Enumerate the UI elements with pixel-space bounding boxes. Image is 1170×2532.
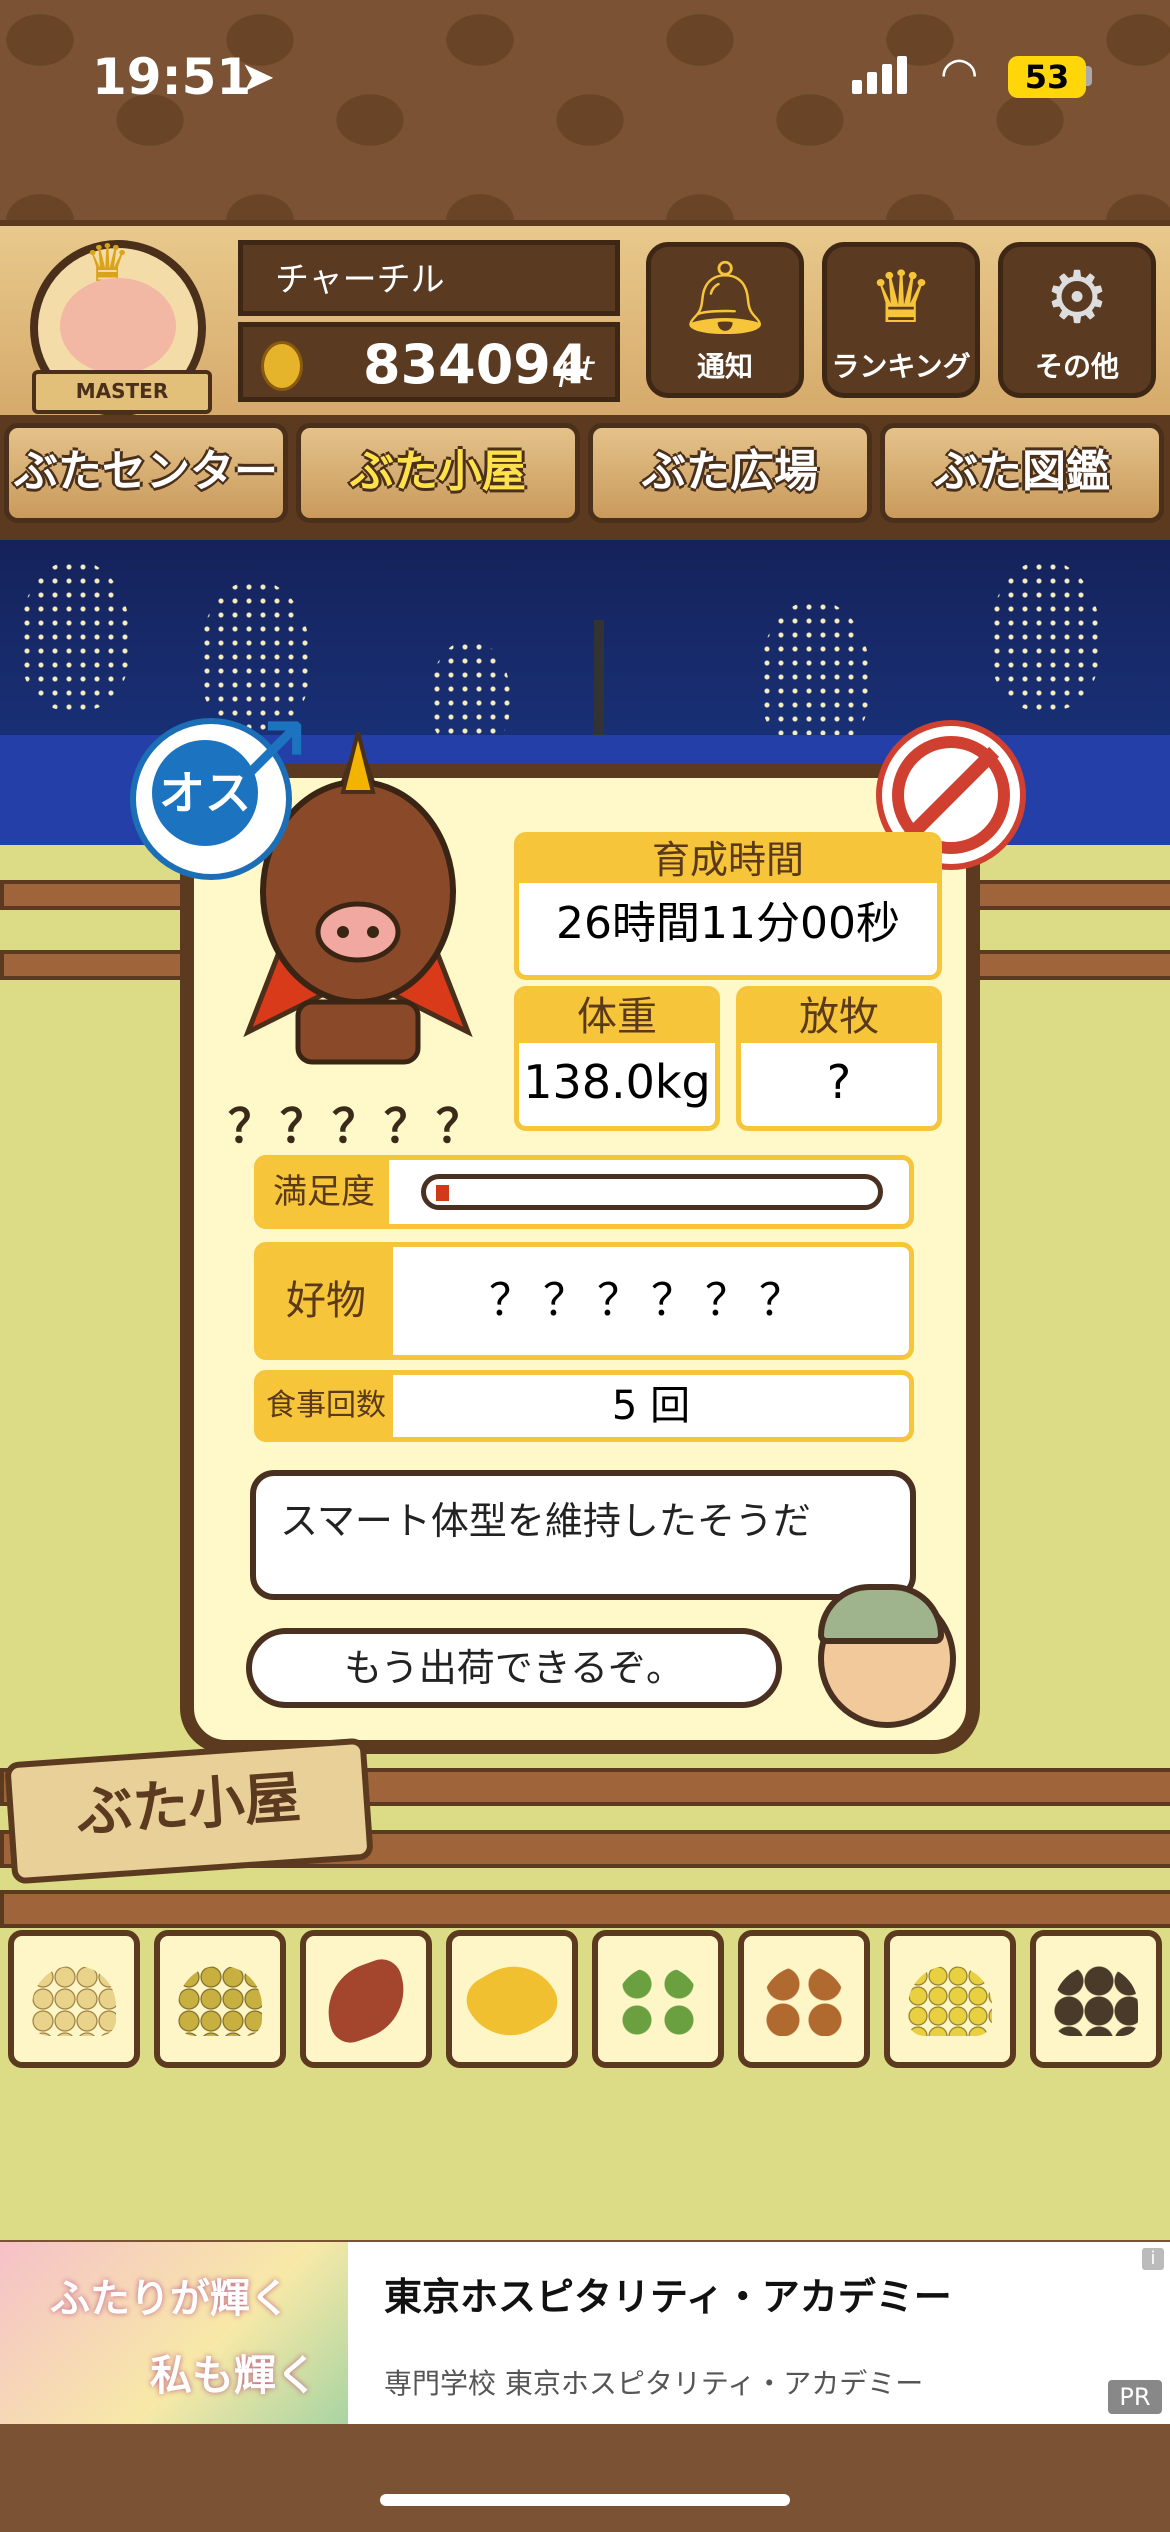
ranking-label: ランキング xyxy=(831,350,971,383)
truffle-icon xyxy=(1054,1966,1138,2036)
notification-button[interactable]: 🔔︎ 通知 xyxy=(646,242,804,398)
illuminated-tree xyxy=(20,560,130,710)
fence-rail xyxy=(0,1890,1170,1928)
food-slot-sweet-potato[interactable] xyxy=(300,1930,432,2068)
gender-label: オス xyxy=(152,740,258,846)
clock: 19:51 xyxy=(92,48,252,106)
pig-face-icon xyxy=(60,278,176,374)
food-bar xyxy=(0,1930,1170,2080)
bottom-area xyxy=(0,2424,1170,2532)
food-slot-plant[interactable] xyxy=(592,1930,724,2068)
growth-time-label: 育成時間 xyxy=(519,837,937,883)
signal-icon xyxy=(852,56,912,94)
mixed-grain-icon xyxy=(178,1966,262,2036)
food-slot-mixed-grain[interactable] xyxy=(154,1930,286,2068)
points-value: 834094 xyxy=(363,333,589,396)
weight-value: 138.0kg xyxy=(523,1055,711,1109)
points-box: 834094 pt xyxy=(238,322,620,402)
ad-image-text-1: ふたりが輝く xyxy=(50,2276,290,2322)
food-slot-truffle[interactable] xyxy=(1030,1930,1162,2068)
gear-icon: ⚙ xyxy=(1044,255,1110,339)
farmer-message-bubble: もう出荷できるぞ。 xyxy=(246,1628,782,1708)
tab-buta-plaza[interactable]: ぶた広場 xyxy=(588,423,872,523)
tab-buta-hut[interactable]: ぶた小屋 xyxy=(296,423,580,523)
food-slot-soybean[interactable] xyxy=(884,1930,1016,2068)
battery-level: 53 xyxy=(1008,56,1086,98)
status-bar: 19:51 ➤ ◠ 53 xyxy=(0,0,1170,150)
illuminated-tree xyxy=(760,600,870,750)
coin-icon xyxy=(261,341,303,391)
ad-info-icon[interactable]: i xyxy=(1142,2248,1164,2270)
meals-label: 食事回数 xyxy=(259,1375,393,1437)
illuminated-tree xyxy=(990,560,1100,710)
meal-count-row: 食事回数 5 回 xyxy=(254,1370,914,1442)
crown-icon: ♛ xyxy=(868,255,934,339)
weight-box: 体重 138.0kg xyxy=(514,986,720,1131)
ad-subtitle: 専門学校 東京ホスピタリティ・アカデミー xyxy=(384,2367,924,2400)
plant-icon xyxy=(616,1966,700,2036)
battery-tip xyxy=(1086,66,1092,86)
favorite-food-row: 好物 ？？？？？？ xyxy=(254,1242,914,1360)
ad-title[interactable]: 東京ホスピタリティ・アカデミー xyxy=(384,2266,952,2321)
tab-buta-center[interactable]: ぶたセンター xyxy=(4,423,288,523)
satisfaction-meter xyxy=(421,1174,883,1210)
food-slot-acorn[interactable] xyxy=(738,1930,870,2068)
sweet-potato-icon xyxy=(314,1953,418,2049)
location-sign: ぶた小屋 xyxy=(4,1737,374,1885)
pig-name: ？？？？？ xyxy=(228,1099,488,1153)
acorn-icon xyxy=(762,1966,846,2036)
other-button[interactable]: ⚙ その他 xyxy=(998,242,1156,398)
ranking-button[interactable]: ♛ ランキング xyxy=(822,242,980,398)
favorite-value: ？？？？？？ xyxy=(489,1275,813,1326)
nav-tabs: ぶたセンター ぶた小屋 ぶた広場 ぶた図鑑 xyxy=(0,415,1170,540)
pig-message-bubble: スマート体型を維持したそうだ xyxy=(250,1470,916,1600)
wifi-icon: ◠ xyxy=(940,48,979,99)
master-avatar[interactable]: ♛ MASTER xyxy=(30,234,212,416)
growth-time-value: 26時間11分00秒 xyxy=(556,898,900,949)
growth-time-box: 育成時間 26時間11分00秒 xyxy=(514,832,942,980)
location-arrow-icon: ➤ xyxy=(240,52,276,101)
satisfaction-fill xyxy=(436,1185,449,1201)
tab-buta-encyclopedia[interactable]: ぶた図鑑 xyxy=(880,423,1164,523)
favorite-label: 好物 xyxy=(259,1247,393,1355)
other-label: その他 xyxy=(1034,350,1119,383)
farmer-avatar xyxy=(818,1584,956,1728)
grazing-label: 放牧 xyxy=(741,991,937,1043)
pr-badge: PR xyxy=(1108,2380,1162,2414)
ad-image[interactable]: ふたりが輝く 私も輝く xyxy=(0,2242,348,2424)
home-indicator[interactable] xyxy=(380,2494,790,2506)
male-badge: ↗ オス xyxy=(130,684,316,880)
soybean-icon xyxy=(908,1966,992,2036)
corn-icon xyxy=(458,1949,566,2053)
bell-icon: 🔔︎ xyxy=(679,255,771,339)
notification-label: 通知 xyxy=(696,350,753,383)
feed-pellets-icon xyxy=(32,1966,116,2036)
points-unit: pt xyxy=(559,349,594,389)
meals-value: 5 回 xyxy=(611,1383,691,1429)
ad-banner[interactable]: ふたりが輝く 私も輝く 東京ホスピタリティ・アカデミー 専門学校 東京ホスピタリ… xyxy=(0,2242,1170,2424)
grazing-box[interactable]: 放牧 ? xyxy=(736,986,942,1131)
satisfaction-label: 満足度 xyxy=(259,1160,389,1224)
rank-ribbon: MASTER xyxy=(32,370,212,414)
food-slot-corn[interactable] xyxy=(446,1930,578,2068)
satisfaction-row: 満足度 xyxy=(254,1155,914,1229)
grazing-value: ? xyxy=(826,1055,852,1109)
weight-label: 体重 xyxy=(519,991,715,1043)
header: ♛ MASTER チャーチル 834094 pt 🔔︎ 通知 ♛ ランキング ⚙… xyxy=(0,220,1170,427)
ad-image-text-2: 私も輝く xyxy=(150,2351,319,2400)
food-slot-pellets[interactable] xyxy=(8,1930,140,2068)
user-name: チャーチル xyxy=(238,240,620,316)
